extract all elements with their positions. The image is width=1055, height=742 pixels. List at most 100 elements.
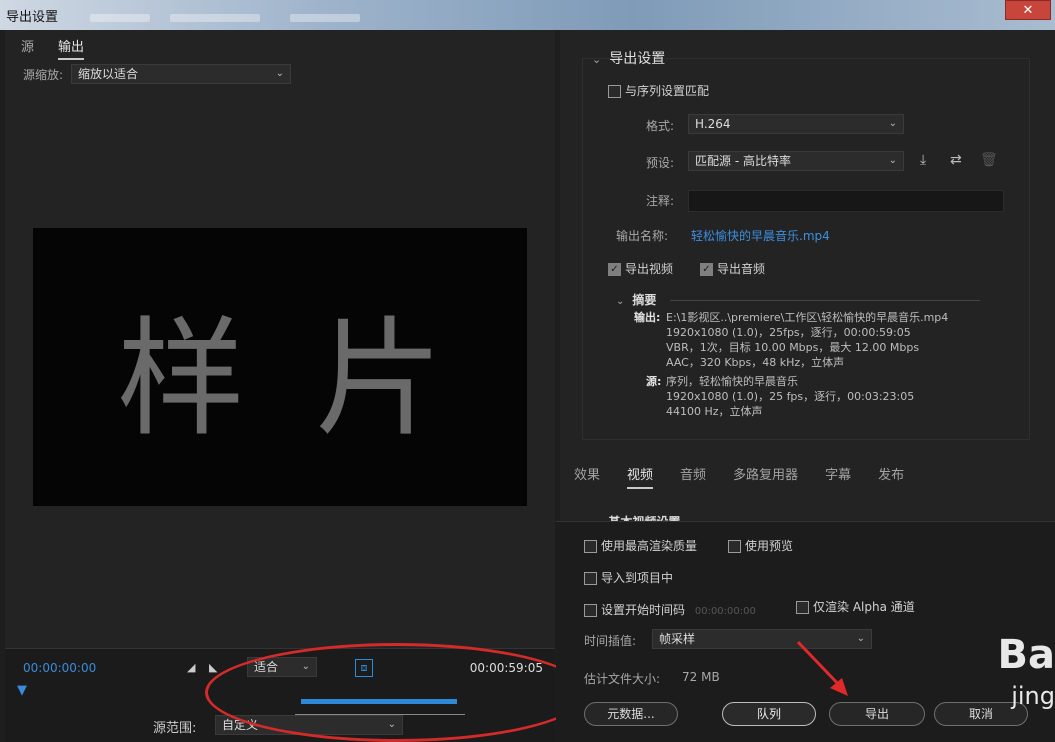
checkmark-icon: ✓ bbox=[700, 263, 713, 276]
file-size-label: 估计文件大小: bbox=[584, 672, 661, 686]
annotation-arrow bbox=[796, 640, 848, 696]
baidu-watermark: Ba jing bbox=[997, 632, 1055, 710]
max-render-quality-checkbox[interactable]: 使用最高渲染质量 bbox=[584, 537, 697, 554]
blurred-background bbox=[290, 14, 360, 22]
preset-label: 预设: bbox=[646, 156, 675, 170]
source-scaling-label: 源缩放: bbox=[23, 67, 64, 82]
set-out-point-icon[interactable]: ◣ bbox=[209, 661, 217, 674]
set-start-timecode-checkbox[interactable]: 设置开始时间码 00:00:00:00 bbox=[584, 601, 756, 618]
title-bar: 导出设置 ✕ bbox=[0, 0, 1055, 30]
tab-multiplexer[interactable]: 多路复用器 bbox=[733, 464, 798, 489]
checkbox-icon bbox=[584, 540, 597, 553]
checkbox-icon bbox=[584, 604, 597, 617]
file-size-value: 72 MB bbox=[682, 670, 720, 684]
summary-header[interactable]: ⌄ 摘要 bbox=[616, 291, 981, 308]
checkbox-icon bbox=[728, 540, 741, 553]
source-scaling-value: 缩放以适合 bbox=[78, 67, 139, 81]
summary-output-label: 输出: bbox=[634, 311, 661, 324]
checkbox-icon bbox=[796, 601, 809, 614]
output-name-link[interactable]: 轻松愉快的早晨音乐.mp4 bbox=[691, 227, 830, 244]
summary-line: E:\1影视区..\premiere\工作区\轻松愉快的早晨音乐.mp4 bbox=[666, 311, 949, 324]
chevron-down-icon: ⌄ bbox=[888, 118, 897, 129]
video-preview: 样片 bbox=[33, 228, 527, 506]
queue-button[interactable]: 队列 bbox=[722, 702, 816, 726]
watermark-logo: Ba bbox=[997, 632, 1055, 678]
blurred-background bbox=[90, 14, 150, 22]
comments-label: 注释: bbox=[646, 194, 675, 208]
preset-select[interactable]: 匹配源 - 高比特率 ⌄ bbox=[688, 151, 904, 171]
export-video-label: 导出视频 bbox=[625, 262, 674, 276]
metadata-button[interactable]: 元数据... bbox=[584, 702, 678, 726]
export-audio-checkbox[interactable]: ✓ 导出音频 bbox=[700, 260, 765, 277]
export-button[interactable]: 导出 bbox=[829, 702, 925, 726]
preview-sample-text: 样片 bbox=[116, 304, 513, 454]
time-interpolation-label: 时间插值: bbox=[584, 634, 637, 648]
summary-line: AAC，320 Kbps，48 kHz，立体声 bbox=[666, 356, 845, 369]
max-render-quality-label: 使用最高渲染质量 bbox=[601, 539, 698, 553]
tab-output[interactable]: 输出 bbox=[58, 36, 85, 60]
import-preset-icon[interactable]: ⇄ bbox=[950, 152, 962, 168]
render-alpha-only-checkbox[interactable]: 仅渲染 Alpha 通道 bbox=[796, 598, 915, 615]
tab-audio[interactable]: 音频 bbox=[680, 464, 706, 489]
summary-line: 44100 Hz，立体声 bbox=[666, 405, 763, 418]
close-button[interactable]: ✕ bbox=[1005, 0, 1051, 20]
export-audio-label: 导出音频 bbox=[717, 262, 766, 276]
match-sequence-label: 与序列设置匹配 bbox=[625, 84, 710, 98]
tab-captions[interactable]: 字幕 bbox=[825, 464, 851, 489]
format-value: H.264 bbox=[695, 117, 731, 131]
chevron-down-icon: ⌄ bbox=[616, 296, 625, 307]
settings-tabs: 效果 视频 音频 多路复用器 字幕 发布 bbox=[574, 464, 904, 489]
tab-source[interactable]: 源 bbox=[21, 36, 34, 60]
export-settings-title: 导出设置 bbox=[609, 51, 666, 67]
start-timecode-value: 00:00:00:00 bbox=[694, 606, 756, 617]
checkmark-icon: ✓ bbox=[608, 263, 621, 276]
summary-content: 输出: E:\1影视区..\premiere\工作区\轻松愉快的早晨音乐.mp4… bbox=[634, 310, 948, 419]
preset-value: 匹配源 - 高比特率 bbox=[695, 154, 791, 168]
checkbox-icon bbox=[584, 572, 597, 585]
export-settings-header[interactable]: ⌄ 导出设置 bbox=[592, 48, 665, 68]
watermark-text: jing bbox=[1011, 682, 1055, 710]
chevron-down-icon: ⌄ bbox=[592, 53, 602, 66]
tab-video[interactable]: 视频 bbox=[627, 464, 654, 489]
summary-source-label: 源: bbox=[646, 375, 662, 388]
render-alpha-only-label: 仅渲染 Alpha 通道 bbox=[813, 600, 915, 614]
set-in-point-icon[interactable]: ◢ bbox=[187, 661, 195, 674]
import-into-project-label: 导入到项目中 bbox=[601, 571, 674, 585]
summary-line: 1920x1080 (1.0)，25fps，逐行，00:00:59:05 bbox=[666, 326, 911, 339]
comments-input[interactable] bbox=[688, 190, 1004, 212]
output-name-label: 输出名称: bbox=[616, 229, 669, 243]
source-range-label: 源范围: bbox=[153, 721, 197, 736]
current-timecode[interactable]: 00:00:00:00 bbox=[23, 661, 96, 675]
save-preset-icon[interactable]: ⤓ bbox=[920, 152, 926, 168]
tab-effects[interactable]: 效果 bbox=[574, 464, 600, 489]
import-into-project-checkbox[interactable]: 导入到项目中 bbox=[584, 569, 673, 586]
format-label: 格式: bbox=[646, 119, 675, 133]
render-options-panel: 使用最高渲染质量 使用预览 导入到项目中 设置开始时间码 00:00:00:00… bbox=[556, 521, 1055, 742]
delete-preset-icon[interactable]: 🗑 bbox=[980, 152, 998, 168]
source-scaling-select[interactable]: 缩放以适合 ⌄ bbox=[71, 64, 292, 84]
arrow-head bbox=[830, 678, 848, 696]
time-interpolation-value: 帧采样 bbox=[659, 632, 696, 646]
chevron-down-icon: ⌄ bbox=[888, 155, 897, 166]
use-previews-label: 使用预览 bbox=[745, 539, 794, 553]
checkbox-icon bbox=[608, 85, 621, 98]
summary-source: 源: 序列，轻松愉快的早晨音乐 1920x1080 (1.0)，25 fps，逐… bbox=[634, 374, 948, 419]
format-select[interactable]: H.264 ⌄ bbox=[688, 114, 904, 134]
annotation-ellipse bbox=[205, 643, 588, 742]
blurred-background bbox=[170, 14, 260, 22]
divider bbox=[670, 300, 981, 301]
window-title: 导出设置 bbox=[6, 10, 59, 25]
playhead-icon[interactable]: ▼ bbox=[17, 683, 27, 698]
tab-publish[interactable]: 发布 bbox=[878, 464, 904, 489]
chevron-down-icon: ⌄ bbox=[275, 68, 285, 79]
source-output-panel: 源 输出 源缩放: 缩放以适合 ⌄ 样片 bbox=[5, 30, 555, 742]
arrow-line bbox=[796, 640, 844, 690]
summary-output: 输出: E:\1影视区..\premiere\工作区\轻松愉快的早晨音乐.mp4… bbox=[634, 310, 948, 370]
use-previews-checkbox[interactable]: 使用预览 bbox=[728, 537, 793, 554]
export-video-checkbox[interactable]: ✓ 导出视频 bbox=[608, 260, 673, 277]
match-sequence-checkbox[interactable]: 与序列设置匹配 bbox=[608, 82, 709, 99]
summary-line: VBR，1次，目标 10.00 Mbps，最大 12.00 Mbps bbox=[666, 341, 920, 354]
summary-title: 摘要 bbox=[632, 293, 657, 307]
summary-line: 序列，轻松愉快的早晨音乐 bbox=[666, 375, 798, 388]
set-start-timecode-label: 设置开始时间码 bbox=[601, 603, 686, 617]
